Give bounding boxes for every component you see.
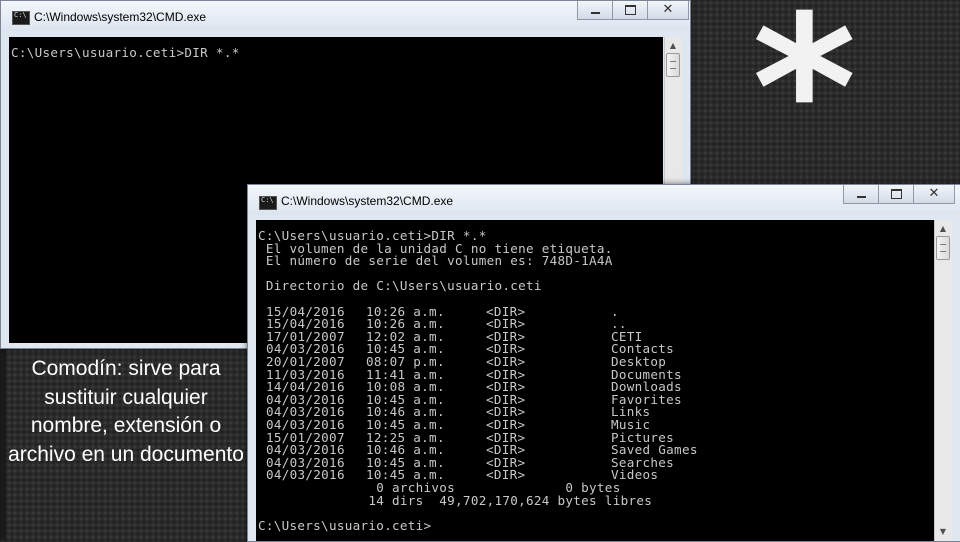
cmd-window-front[interactable]: C:\Windows\system32\CMD.exe ✕ C:\Users\u… xyxy=(247,184,960,542)
console-area[interactable]: C:\Users\usuario.ceti>DIR *.* El volumen… xyxy=(256,220,934,541)
minimize-button[interactable] xyxy=(843,185,879,204)
maximize-button[interactable] xyxy=(612,1,648,20)
scroll-thumb[interactable] xyxy=(666,53,680,77)
scroll-up-icon[interactable]: ▲ xyxy=(935,220,951,236)
titlebar[interactable]: C:\Windows\system32\CMD.exe ✕ xyxy=(1,1,690,31)
window-title: C:\Windows\system32\CMD.exe xyxy=(34,10,207,24)
cmd-app-icon[interactable] xyxy=(259,196,277,210)
summary-dirs-line: 14 dirs 49,702,170,624 bytes libres xyxy=(258,492,653,508)
asterisk-symbol: * xyxy=(752,0,857,206)
vertical-scrollbar[interactable]: ▲ ▼ xyxy=(934,220,952,541)
close-button[interactable]: ✕ xyxy=(913,185,955,204)
minimize-icon xyxy=(590,12,600,14)
final-prompt-line: C:\Users\usuario.ceti> xyxy=(258,517,432,533)
window-title: C:\Windows\system32\CMD.exe xyxy=(281,194,454,208)
maximize-icon xyxy=(624,5,636,15)
scroll-up-icon[interactable]: ▲ xyxy=(665,37,681,53)
cmd-app-icon[interactable] xyxy=(12,11,30,25)
caption-text: Comodín: sirve para sustituir cualquier … xyxy=(8,357,244,466)
close-icon: ✕ xyxy=(928,186,940,201)
titlebar[interactable]: C:\Windows\system32\CMD.exe ✕ xyxy=(248,185,960,215)
volume-serial-line: El número de serie del volumen es: 748D-… xyxy=(258,253,613,269)
close-icon: ✕ xyxy=(662,2,674,17)
minimize-button[interactable] xyxy=(577,1,613,20)
scroll-down-icon[interactable]: ▼ xyxy=(935,523,951,539)
close-button[interactable]: ✕ xyxy=(647,1,689,20)
maximize-icon xyxy=(890,189,902,199)
directory-line: Directorio de C:\Users\usuario.ceti xyxy=(258,278,542,294)
minimize-icon xyxy=(856,196,866,198)
prompt-line: C:\Users\usuario.ceti>DIR *.* xyxy=(11,45,240,60)
scroll-thumb[interactable] xyxy=(936,236,950,260)
maximize-button[interactable] xyxy=(878,185,914,204)
